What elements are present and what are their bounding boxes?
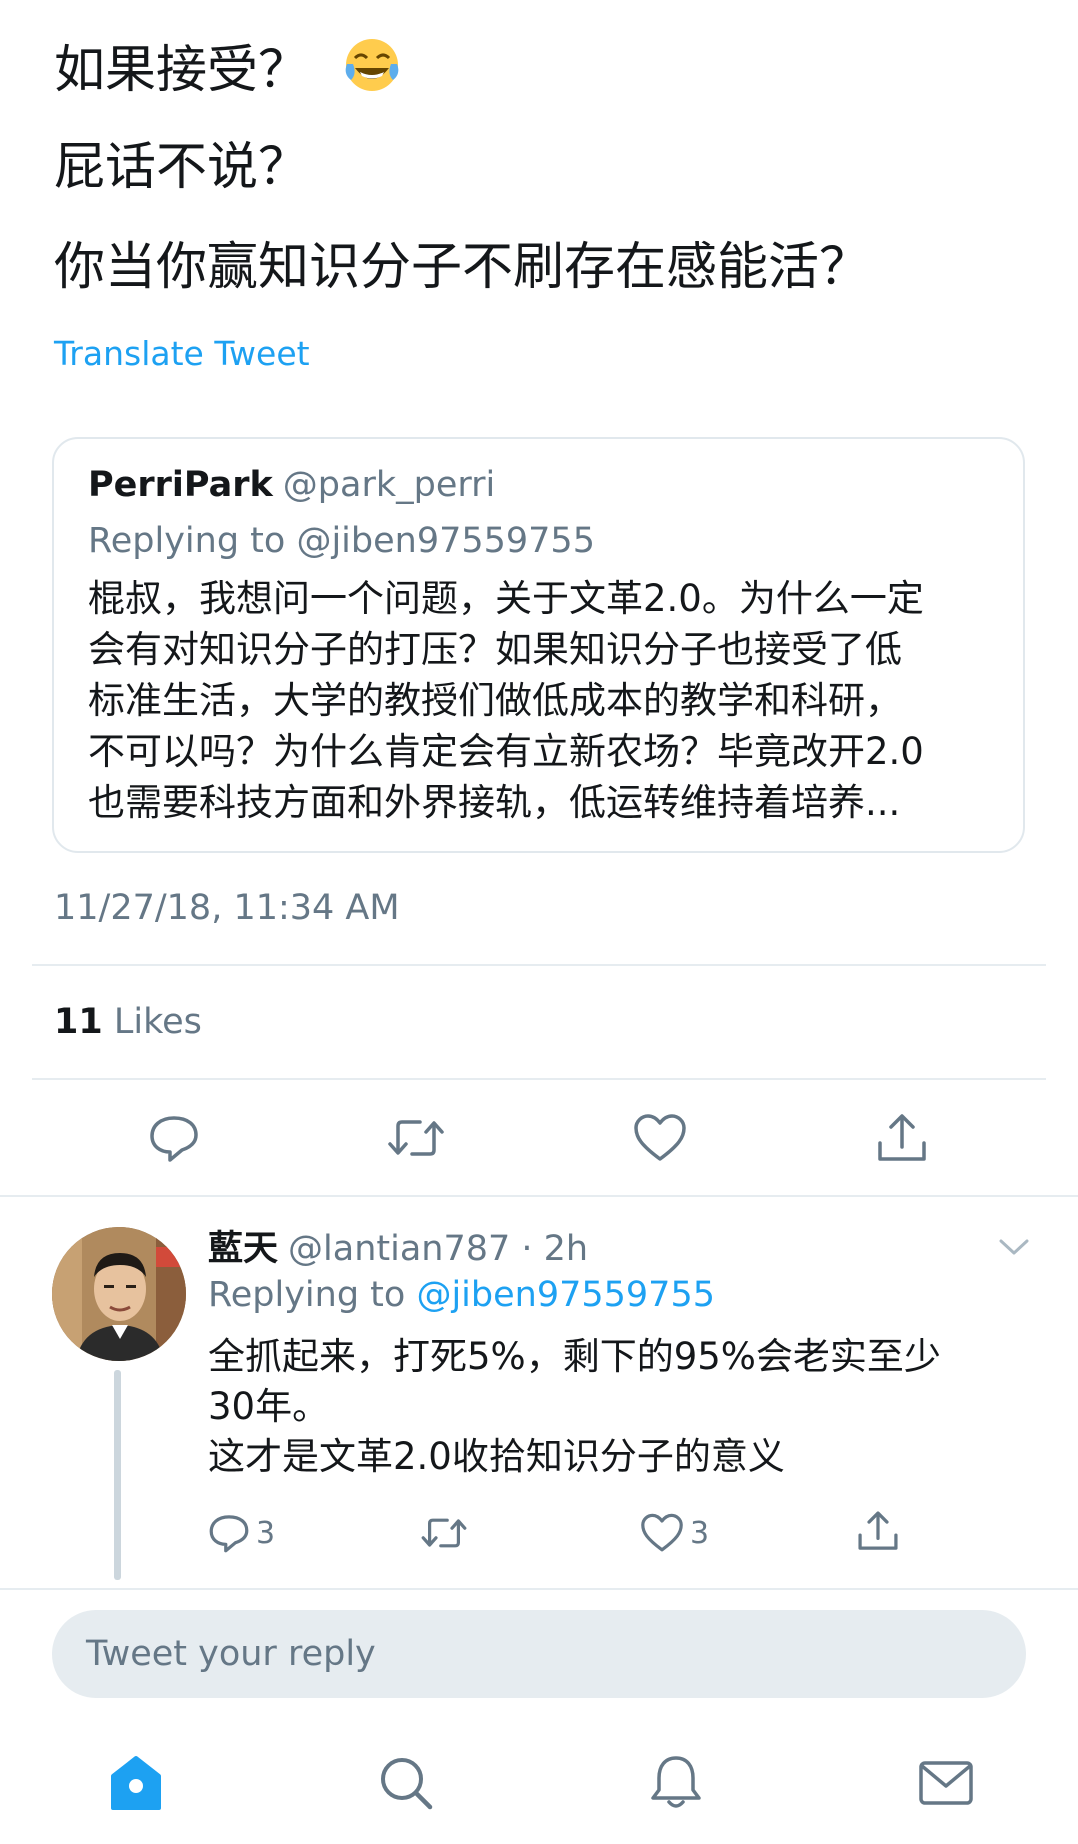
divider [0, 1195, 1078, 1197]
divider [0, 1588, 1078, 1590]
avatar[interactable] [52, 1227, 186, 1361]
likes-label: Likes [113, 1002, 202, 1042]
more-options-button[interactable] [998, 1237, 1030, 1261]
reply-retweet-button[interactable] [420, 1511, 468, 1555]
quoted-body-line: 会有对知识分子的打压？如果知识分子也接受了低 [88, 628, 902, 671]
like-button[interactable] [630, 1108, 690, 1168]
tweet-reply-placeholder: Tweet your reply [86, 1634, 376, 1674]
retweet-icon [421, 1518, 467, 1548]
tweet-timestamp: 11/27/18, 11:34 AM [54, 888, 400, 928]
reply-count: 3 [256, 1515, 276, 1551]
tweet-text-line-1: 如果接受？ [54, 36, 401, 110]
divider [32, 964, 1046, 966]
reply-header: 藍天 @lantian787 · 2h [208, 1220, 588, 1271]
reply-share-button[interactable] [856, 1509, 900, 1553]
reply-like-button[interactable]: 3 [640, 1511, 709, 1555]
replying-to-handle-link[interactable]: @jiben97559755 [416, 1275, 715, 1315]
replying-to-label: Replying to [208, 1275, 417, 1315]
reply-author-handle-time: @lantian787 · 2h [288, 1229, 589, 1269]
reply-replying-to: Replying to @jiben97559755 [208, 1275, 715, 1315]
tab-home[interactable] [104, 1751, 168, 1815]
like-icon [641, 1513, 683, 1552]
laughing-with-tears-emoji-icon [343, 36, 401, 110]
thread-line [114, 1370, 121, 1580]
reply-button[interactable] [144, 1108, 204, 1168]
search-icon [381, 1758, 433, 1810]
quoted-body-line: 不可以吗？为什么肯定会有立新农场？毕竟改开2.0 [88, 730, 924, 773]
retweet-button[interactable] [386, 1108, 446, 1168]
likes-summary[interactable]: 11 Likes [54, 1002, 202, 1042]
share-icon [858, 1511, 898, 1550]
reply-body-line: 这才是文革2.0收拾知识分子的意义 [208, 1435, 785, 1478]
reply-tweet-body: 全抓起来，打死5%，剩下的95%会老实至少 30年。 这才是文革2.0收拾知识分… [208, 1332, 1008, 1482]
share-button[interactable] [872, 1108, 932, 1168]
reply-author-name[interactable]: 藍天 [208, 1229, 278, 1269]
reply-body-line: 全抓起来，打死5%，剩下的95%会老实至少 [208, 1335, 941, 1378]
messages-icon [919, 1761, 973, 1805]
like-icon [634, 1114, 686, 1161]
quoted-body-line: 也需要科技方面和外界接轨，低运转维持着培养... [88, 781, 901, 824]
quoted-tweet-header: PerriPark @park_perri [88, 465, 495, 505]
reply-reply-button[interactable]: 3 [208, 1511, 275, 1555]
chevron-down-icon [999, 1239, 1029, 1255]
tweet-reply-input[interactable]: Tweet your reply [52, 1610, 1026, 1698]
quoted-body-line: 标准生活，大学的教授们做低成本的教学和科研， [88, 679, 902, 722]
quoted-author-name: PerriPark [88, 465, 273, 505]
home-icon [111, 1756, 161, 1810]
reply-icon [209, 1515, 249, 1553]
quoted-tweet-body: 棍叔，我想问一个问题，关于文革2.0。为什么一定 会有对知识分子的打压？如果知识… [88, 573, 998, 828]
translate-tweet-link[interactable]: Translate Tweet [54, 334, 310, 373]
quoted-author-handle: @park_perri [282, 465, 496, 505]
tweet-text-line-3: 你当你赢知识分子不刷存在感能活？ [54, 238, 871, 297]
quoted-replying-to: Replying to @jiben97559755 [88, 521, 595, 561]
tweet-text: 如果接受？ [54, 41, 310, 100]
quoted-body-line: 棍叔，我想问一个问题，关于文革2.0。为什么一定 [88, 577, 924, 620]
like-count: 3 [690, 1515, 710, 1551]
retweet-icon [388, 1120, 444, 1156]
tweet-text-line-2: 屁话不说？ [54, 138, 310, 197]
reply-icon [150, 1116, 198, 1162]
tab-search[interactable] [374, 1751, 438, 1815]
notifications-icon [651, 1756, 701, 1808]
tab-notifications[interactable] [644, 1751, 708, 1815]
reply-body-line: 30年。 [208, 1385, 330, 1428]
share-icon [878, 1114, 926, 1161]
likes-count: 11 [54, 1002, 103, 1042]
quoted-tweet-card[interactable]: PerriPark @park_perri Replying to @jiben9… [52, 437, 1025, 853]
tab-messages[interactable] [914, 1751, 978, 1815]
divider [32, 1078, 1046, 1080]
